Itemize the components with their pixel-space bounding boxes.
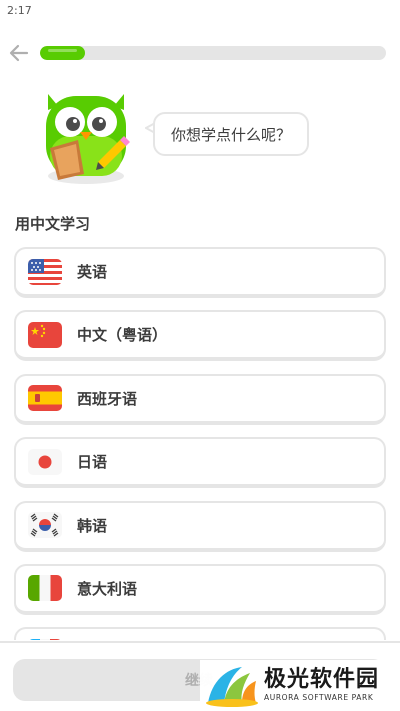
kr-flag-icon	[28, 512, 62, 539]
es-flag-icon	[28, 385, 62, 412]
language-option-italian[interactable]: 意大利语	[14, 563, 386, 615]
hk-flag-icon	[28, 321, 62, 348]
language-label: 中文（粤语）	[77, 326, 168, 345]
language-label: 日语	[77, 453, 108, 472]
language-label: 英语	[77, 263, 108, 281]
language-option-japanese[interactable]: 日语	[14, 437, 386, 489]
it-flag-icon	[28, 575, 62, 602]
language-label: 意大利语	[77, 579, 138, 598]
owl-mascot	[36, 76, 136, 188]
aurora-logo-icon	[206, 666, 258, 707]
back-arrow-icon[interactable]	[8, 42, 30, 64]
watermark: 极光软件园 AURORA SOFTWARE PARK	[200, 660, 400, 711]
lesson-progress-bar	[40, 46, 386, 60]
section-title: 用中文学习	[15, 215, 91, 233]
language-label: 韩语	[77, 516, 108, 535]
progress-fill	[40, 46, 85, 60]
language-list: 英语 中文（粤语） 西班牙语 日语 韩语 意大利语	[14, 247, 386, 640]
us-flag-icon	[28, 258, 62, 285]
partial-flag-icon	[28, 638, 62, 640]
status-time: 2:17	[7, 4, 32, 17]
language-label: 西班牙语	[77, 389, 138, 408]
language-option-partial[interactable]	[14, 627, 386, 640]
speech-text: 你想学点什么呢？	[170, 125, 291, 144]
watermark-subtitle: AURORA SOFTWARE PARK	[264, 692, 374, 702]
language-option-korean[interactable]: 韩语	[14, 500, 386, 552]
jp-flag-icon	[28, 448, 62, 475]
language-option-cantonese[interactable]: 中文（粤语）	[14, 310, 386, 362]
language-option-english[interactable]: 英语	[14, 247, 386, 298]
speech-bubble: 你想学点什么呢？	[153, 112, 309, 156]
watermark-title: 极光软件园	[264, 666, 380, 692]
status-bar: 2:17	[0, 0, 400, 22]
language-option-spanish[interactable]: 西班牙语	[14, 373, 386, 425]
